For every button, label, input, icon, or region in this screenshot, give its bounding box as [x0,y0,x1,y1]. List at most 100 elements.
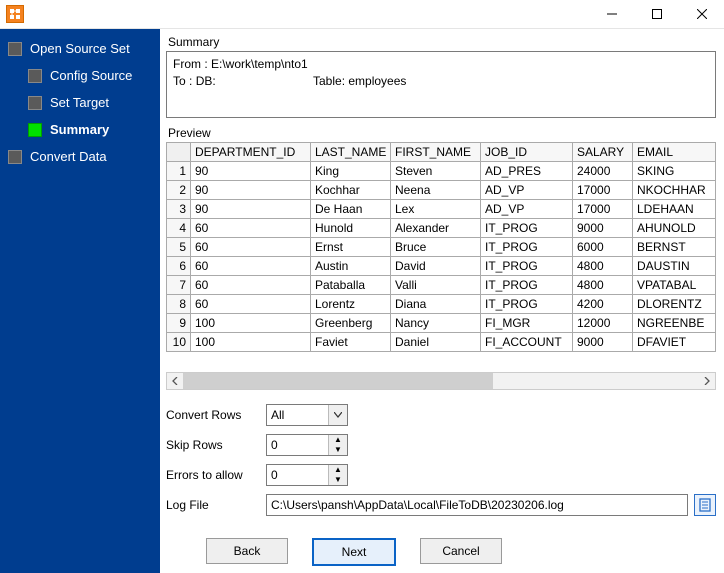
table-cell[interactable]: 60 [191,219,311,238]
table-cell[interactable]: BERNST [633,238,716,257]
table-cell[interactable]: Greenberg [311,314,391,333]
table-cell[interactable]: Austin [311,257,391,276]
table-row[interactable]: 660AustinDavidIT_PROG4800DAUSTIN [167,257,716,276]
table-cell[interactable]: IT_PROG [481,276,573,295]
cancel-button[interactable]: Cancel [420,538,502,564]
table-cell[interactable]: FI_MGR [481,314,573,333]
skip-rows-spinner[interactable]: 0 ▲ ▼ [266,434,348,456]
column-header[interactable]: JOB_ID [481,143,573,162]
spin-up-icon[interactable]: ▲ [329,465,347,475]
table-cell[interactable]: IT_PROG [481,295,573,314]
step-convert-data[interactable]: Convert Data [0,143,160,170]
table-cell[interactable]: 4800 [573,276,633,295]
convert-rows-combo[interactable]: All [266,404,348,426]
table-cell[interactable]: De Haan [311,200,391,219]
close-button[interactable] [679,0,724,28]
table-cell[interactable]: Neena [391,181,481,200]
table-cell[interactable]: IT_PROG [481,257,573,276]
table-cell[interactable]: LDEHAAN [633,200,716,219]
table-cell[interactable]: 24000 [573,162,633,181]
maximize-button[interactable] [634,0,679,28]
column-header[interactable]: LAST_NAME [311,143,391,162]
table-row[interactable]: 760PataballaValliIT_PROG4800VPATABAL [167,276,716,295]
scroll-left-icon[interactable] [167,373,183,389]
table-cell[interactable]: 9000 [573,333,633,352]
table-cell[interactable]: DFAVIET [633,333,716,352]
step-set-target[interactable]: Set Target [0,89,160,116]
table-cell[interactable]: NKOCHHAR [633,181,716,200]
table-row[interactable]: 560ErnstBruceIT_PROG6000BERNST [167,238,716,257]
table-cell[interactable]: Lex [391,200,481,219]
table-cell[interactable]: AD_VP [481,200,573,219]
table-cell[interactable]: IT_PROG [481,238,573,257]
step-open-source-set[interactable]: Open Source Set [0,35,160,62]
table-cell[interactable]: 60 [191,276,311,295]
table-row[interactable]: 390De HaanLexAD_VP17000LDEHAAN [167,200,716,219]
next-button[interactable]: Next [312,538,396,566]
table-row[interactable]: 9100GreenbergNancyFI_MGR12000NGREENBE [167,314,716,333]
table-cell[interactable]: 100 [191,333,311,352]
table-cell[interactable]: David [391,257,481,276]
table-row[interactable]: 190KingStevenAD_PRES24000SKING [167,162,716,181]
table-cell[interactable]: 100 [191,314,311,333]
preview-table[interactable]: DEPARTMENT_IDLAST_NAMEFIRST_NAMEJOB_IDSA… [166,142,716,352]
scroll-thumb[interactable] [183,373,493,389]
table-cell[interactable]: 90 [191,181,311,200]
horizontal-scrollbar[interactable] [166,372,716,390]
table-cell[interactable]: Pataballa [311,276,391,295]
table-cell[interactable]: Nancy [391,314,481,333]
column-header[interactable]: FIRST_NAME [391,143,481,162]
table-cell[interactable]: 17000 [573,200,633,219]
table-cell[interactable]: 4200 [573,295,633,314]
table-cell[interactable]: Faviet [311,333,391,352]
table-cell[interactable]: King [311,162,391,181]
table-cell[interactable]: Ernst [311,238,391,257]
table-cell[interactable]: Hunold [311,219,391,238]
table-cell[interactable]: SKING [633,162,716,181]
table-cell[interactable]: 60 [191,257,311,276]
table-cell[interactable]: NGREENBE [633,314,716,333]
table-cell[interactable]: Alexander [391,219,481,238]
table-cell[interactable]: VPATABAL [633,276,716,295]
table-row[interactable]: 460HunoldAlexanderIT_PROG9000AHUNOLD [167,219,716,238]
table-cell[interactable]: Lorentz [311,295,391,314]
table-cell[interactable]: Diana [391,295,481,314]
table-cell[interactable]: DLORENTZ [633,295,716,314]
step-summary[interactable]: Summary [0,116,160,143]
column-header[interactable]: EMAIL [633,143,716,162]
table-cell[interactable]: 90 [191,162,311,181]
spin-down-icon[interactable]: ▼ [329,445,347,455]
table-cell[interactable]: 4800 [573,257,633,276]
table-cell[interactable]: AHUNOLD [633,219,716,238]
scroll-right-icon[interactable] [699,373,715,389]
table-cell[interactable]: 12000 [573,314,633,333]
table-cell[interactable]: Steven [391,162,481,181]
table-cell[interactable]: AD_VP [481,181,573,200]
table-row[interactable]: 290KochharNeenaAD_VP17000NKOCHHAR [167,181,716,200]
table-cell[interactable]: 60 [191,295,311,314]
step-config-source[interactable]: Config Source [0,62,160,89]
table-cell[interactable]: 90 [191,200,311,219]
spin-up-icon[interactable]: ▲ [329,435,347,445]
table-cell[interactable]: Valli [391,276,481,295]
table-cell[interactable]: 6000 [573,238,633,257]
table-cell[interactable]: 60 [191,238,311,257]
table-cell[interactable]: AD_PRES [481,162,573,181]
spin-down-icon[interactable]: ▼ [329,475,347,485]
table-cell[interactable]: Kochhar [311,181,391,200]
table-cell[interactable]: 9000 [573,219,633,238]
back-button[interactable]: Back [206,538,288,564]
table-row[interactable]: 10100FavietDanielFI_ACCOUNT9000DFAVIET [167,333,716,352]
minimize-button[interactable] [589,0,634,28]
errors-spinner[interactable]: 0 ▲ ▼ [266,464,348,486]
log-file-input[interactable]: C:\Users\pansh\AppData\Local\FileToDB\20… [266,494,688,516]
table-cell[interactable]: FI_ACCOUNT [481,333,573,352]
column-header[interactable]: DEPARTMENT_ID [191,143,311,162]
table-cell[interactable]: 17000 [573,181,633,200]
table-cell[interactable]: IT_PROG [481,219,573,238]
table-cell[interactable]: Bruce [391,238,481,257]
browse-log-button[interactable] [694,494,716,516]
table-row[interactable]: 860LorentzDianaIT_PROG4200DLORENTZ [167,295,716,314]
column-header[interactable]: SALARY [573,143,633,162]
table-cell[interactable]: DAUSTIN [633,257,716,276]
